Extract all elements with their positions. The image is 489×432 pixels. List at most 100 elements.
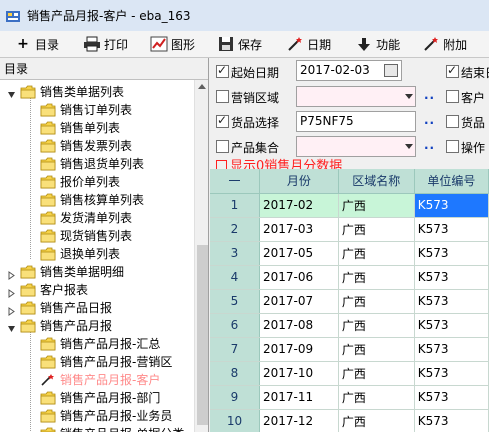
row-number-cell[interactable]: 1 bbox=[210, 193, 260, 218]
directory-button[interactable]: + 目录 bbox=[0, 33, 65, 55]
region-name-cell[interactable]: 广西 bbox=[338, 265, 415, 290]
table-row[interactable]: 9 2017-11 广西 K573 bbox=[210, 385, 489, 410]
month-cell[interactable]: 2017-12 bbox=[259, 409, 339, 432]
region-name-cell[interactable]: 广西 bbox=[338, 361, 415, 386]
tree-scrollbar[interactable] bbox=[194, 80, 208, 432]
table-row[interactable]: 7 2017-09 广西 K573 bbox=[210, 337, 489, 362]
unit-code-cell[interactable]: K573 bbox=[414, 217, 489, 242]
product-set-checkbox[interactable] bbox=[216, 140, 229, 153]
unit-code-cell[interactable]: K573 bbox=[414, 193, 489, 218]
product-info-checkbox[interactable] bbox=[446, 115, 459, 128]
tree-item[interactable]: 销售产品月报-部门 bbox=[0, 389, 194, 407]
region-name-cell[interactable]: 广西 bbox=[338, 337, 415, 362]
tree-item[interactable]: 发货清单列表 bbox=[0, 209, 194, 227]
month-cell[interactable]: 2017-08 bbox=[259, 313, 339, 338]
tree-item[interactable]: 销售类单据明细 bbox=[0, 263, 194, 281]
row-number-cell[interactable]: 3 bbox=[210, 241, 260, 266]
collapse-icon[interactable] bbox=[7, 87, 16, 98]
tree-item[interactable]: 销售产品月报 bbox=[0, 317, 194, 335]
month-cell[interactable]: 2017-09 bbox=[259, 337, 339, 362]
tree-item[interactable]: 销售单列表 bbox=[0, 119, 194, 137]
table-row[interactable]: 3 2017-05 广西 K573 bbox=[210, 241, 489, 266]
region-name-cell[interactable]: 广西 bbox=[338, 193, 415, 218]
row-number-cell[interactable]: 2 bbox=[210, 217, 260, 242]
tree-item[interactable]: 销售类单据列表 bbox=[0, 83, 194, 101]
expand-icon[interactable] bbox=[7, 303, 16, 316]
customer-checkbox[interactable] bbox=[446, 90, 459, 103]
region-select[interactable] bbox=[296, 86, 416, 107]
row-number-header[interactable]: 一 bbox=[210, 169, 260, 194]
month-cell[interactable]: 2017-06 bbox=[259, 265, 339, 290]
unit-code-cell[interactable]: K573 bbox=[414, 409, 489, 432]
expand-icon[interactable] bbox=[7, 267, 16, 280]
tree-item[interactable]: 报价单列表 bbox=[0, 173, 194, 191]
calendar-dropdown-icon[interactable] bbox=[384, 64, 398, 77]
scroll-thumb[interactable] bbox=[197, 245, 208, 425]
tree-item[interactable]: 销售产品月报-业务员 bbox=[0, 407, 194, 425]
month-cell[interactable]: 2017-10 bbox=[259, 361, 339, 386]
product-select-checkbox[interactable] bbox=[216, 113, 229, 128]
expand-icon[interactable] bbox=[7, 285, 16, 298]
tree-item[interactable]: 销售产品日报 bbox=[0, 299, 194, 317]
row-number-cell[interactable]: 6 bbox=[210, 313, 260, 338]
row-number-cell[interactable]: 10 bbox=[210, 409, 260, 432]
product-set-select[interactable] bbox=[296, 136, 416, 157]
tree-item[interactable]: 销售产品月报-营销区 bbox=[0, 353, 194, 371]
region-name-cell[interactable]: 广西 bbox=[338, 217, 415, 242]
month-cell[interactable]: 2017-03 bbox=[259, 217, 339, 242]
tree-item[interactable]: 销售退货单列表 bbox=[0, 155, 194, 173]
end-date-checkbox[interactable] bbox=[446, 63, 459, 78]
unit-code-cell[interactable]: K573 bbox=[414, 337, 489, 362]
region-name-cell[interactable]: 广西 bbox=[338, 289, 415, 314]
unit-code-cell[interactable]: K573 bbox=[414, 265, 489, 290]
table-row[interactable]: 5 2017-07 广西 K573 bbox=[210, 289, 489, 314]
table-row[interactable]: 10 2017-12 广西 K573 bbox=[210, 409, 489, 432]
table-row[interactable]: 2 2017-03 广西 K573 bbox=[210, 217, 489, 242]
row-number-cell[interactable]: 5 bbox=[210, 289, 260, 314]
unit-code-cell[interactable]: K573 bbox=[414, 385, 489, 410]
table-row[interactable]: 1 2017-02 广西 K573 bbox=[210, 193, 489, 218]
collapse-icon[interactable] bbox=[7, 321, 16, 332]
table-row[interactable]: 6 2017-08 广西 K573 bbox=[210, 313, 489, 338]
month-cell[interactable]: 2017-02 bbox=[259, 193, 339, 218]
tree-item[interactable]: 销售产品月报-单据分类 bbox=[0, 425, 194, 432]
month-cell[interactable]: 2017-07 bbox=[259, 289, 339, 314]
start-date-checkbox[interactable] bbox=[216, 63, 229, 78]
date-button[interactable]: 日期 bbox=[280, 33, 337, 55]
region-name-column-header[interactable]: 区域名称 bbox=[338, 169, 415, 194]
product-select-input[interactable]: P75NF75 bbox=[296, 111, 416, 132]
region-name-cell[interactable]: 广西 bbox=[338, 385, 415, 410]
product-set-browse-button[interactable]: .. bbox=[424, 138, 435, 152]
print-button[interactable]: 打印 bbox=[77, 33, 134, 55]
operator-checkbox[interactable] bbox=[446, 140, 459, 153]
tree-item[interactable]: 销售订单列表 bbox=[0, 101, 194, 119]
unit-code-cell[interactable]: K573 bbox=[414, 289, 489, 314]
unit-code-column-header[interactable]: 单位编号 bbox=[414, 169, 489, 194]
graph-button[interactable]: 图形 bbox=[144, 33, 201, 55]
region-name-cell[interactable]: 广西 bbox=[338, 241, 415, 266]
region-name-cell[interactable]: 广西 bbox=[338, 409, 415, 432]
month-cell[interactable]: 2017-05 bbox=[259, 241, 339, 266]
month-cell[interactable]: 2017-11 bbox=[259, 385, 339, 410]
unit-code-cell[interactable]: K573 bbox=[414, 361, 489, 386]
table-row[interactable]: 8 2017-10 广西 K573 bbox=[210, 361, 489, 386]
table-row[interactable]: 4 2017-06 广西 K573 bbox=[210, 265, 489, 290]
tree-item[interactable]: 销售产品月报-汇总 bbox=[0, 335, 194, 353]
function-button[interactable]: 功能 bbox=[349, 33, 406, 55]
region-browse-button[interactable]: .. bbox=[424, 88, 435, 102]
region-checkbox[interactable] bbox=[216, 90, 229, 103]
tree-item[interactable]: 销售发票列表 bbox=[0, 137, 194, 155]
month-column-header[interactable]: 月份 bbox=[259, 169, 339, 194]
tree-item[interactable]: 销售产品月报-客户 bbox=[0, 371, 194, 389]
tree-item[interactable]: 客户报表 bbox=[0, 281, 194, 299]
row-number-cell[interactable]: 4 bbox=[210, 265, 260, 290]
save-button[interactable]: 保存 bbox=[211, 33, 268, 55]
tree-item[interactable]: 销售核算单列表 bbox=[0, 191, 194, 209]
start-date-input[interactable]: 2017-02-03 bbox=[296, 60, 402, 81]
row-number-cell[interactable]: 9 bbox=[210, 385, 260, 410]
attach-button[interactable]: 附加 bbox=[416, 33, 473, 55]
region-name-cell[interactable]: 广西 bbox=[338, 313, 415, 338]
row-number-cell[interactable]: 8 bbox=[210, 361, 260, 386]
row-number-cell[interactable]: 7 bbox=[210, 337, 260, 362]
scroll-up-arrow-icon[interactable] bbox=[198, 84, 206, 89]
